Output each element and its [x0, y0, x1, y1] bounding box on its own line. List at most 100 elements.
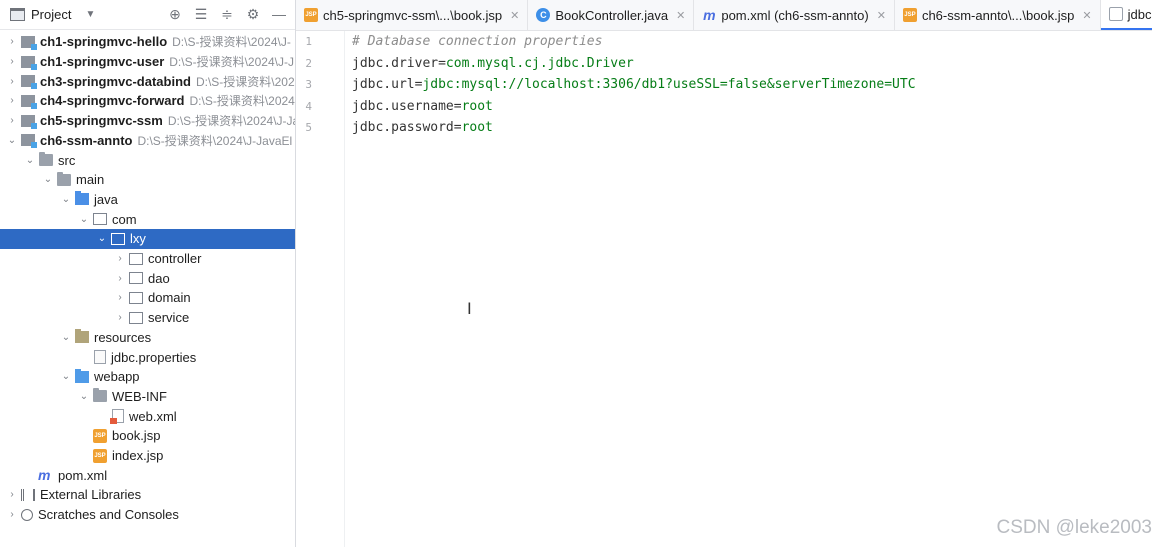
chevron-right-icon[interactable]: › [6, 56, 18, 67]
tree-item[interactable]: ⌄ webapp [0, 367, 295, 387]
tree-item-label: jdbc.properties [111, 349, 197, 365]
property-value: root [461, 120, 493, 136]
tree-item-path: D:\S-授课资料\2024 [189, 94, 295, 109]
tree-item[interactable]: › ch5-springmvc-ssm D:\S-授课资料\2024\J-Ja [0, 111, 295, 131]
equals-sign: = [453, 98, 462, 114]
hide-panel-icon[interactable]: — [271, 6, 287, 23]
package-icon [129, 252, 143, 265]
project-view-title[interactable]: Project [31, 7, 71, 22]
tree-item[interactable]: › ch1-springmvc-user D:\S-授课资料\2024\J-J [0, 52, 295, 72]
tree-item-label: WEB-INF [112, 388, 167, 404]
tree-item[interactable]: JSP book.jsp [0, 426, 295, 446]
chevron-right-icon[interactable]: › [6, 509, 18, 520]
editor-tab[interactable]: m pom.xml (ch6-ssm-annto) ✕ [694, 0, 895, 30]
chevron-down-icon[interactable]: ⌄ [60, 194, 72, 205]
collapse-all-icon[interactable]: ≑ [219, 6, 235, 23]
tree-item[interactable]: ⌄ ch6-ssm-annto D:\S-授课资料\2024\J-JavaEl [0, 131, 295, 151]
chevron-down-icon[interactable]: ⌄ [24, 155, 36, 166]
tree-item-label: ch4-springmvc-forward [40, 93, 185, 109]
chevron-right-icon[interactable]: › [114, 292, 126, 303]
editor-tab[interactable]: C BookController.java ✕ [528, 0, 695, 30]
chevron-down-icon[interactable]: ⌄ [78, 214, 90, 225]
tree-item[interactable]: › Scratches and Consoles [0, 505, 295, 525]
tree-item-label: controller [148, 251, 202, 267]
tree-item[interactable]: JSP index.jsp [0, 446, 295, 466]
editor-tab[interactable]: jdbc.pro [1100, 0, 1152, 30]
tree-item[interactable]: jdbc.properties [0, 347, 295, 367]
chevron-down-icon[interactable]: ▼ [85, 9, 95, 20]
close-icon[interactable]: ✕ [676, 9, 685, 22]
locate-icon[interactable]: ⊕ [167, 6, 183, 23]
code-line[interactable]: jdbc.driver=com.mysql.cj.jdbc.Driver [352, 53, 634, 75]
chevron-right-icon[interactable]: › [114, 312, 126, 323]
tree-item-label: ch1-springmvc-user [40, 54, 165, 70]
tree-item[interactable]: m pom.xml [0, 465, 295, 485]
code-line[interactable]: jdbc.username=root [352, 96, 493, 118]
gear-icon[interactable]: ⚙ [245, 6, 261, 23]
properties-file-icon [1108, 7, 1123, 21]
tree-item[interactable]: ⌄ WEB-INF [0, 387, 295, 407]
line-number-gutter: 1 2 3 4 5 [296, 31, 345, 547]
module-icon [21, 94, 37, 109]
tree-item[interactable]: › ch4-springmvc-forward D:\S-授课资料\2024 [0, 91, 295, 111]
code-line[interactable]: # Database connection properties [352, 31, 602, 53]
property-key: jdbc.password [352, 120, 454, 136]
tree-item[interactable]: › service [0, 308, 295, 328]
tree-item-label: pom.xml [58, 467, 108, 483]
chevron-right-icon[interactable]: › [6, 115, 18, 126]
tree-item[interactable]: ⌄ resources [0, 328, 295, 348]
tree-item-label: main [76, 172, 105, 188]
chevron-right-icon[interactable]: › [114, 273, 126, 284]
tree-item[interactable]: › ch3-springmvc-databind D:\S-授课资料\202 [0, 71, 295, 91]
chevron-right-icon[interactable]: › [114, 253, 126, 264]
chevron-right-icon[interactable]: › [6, 489, 18, 500]
properties-file-icon [94, 350, 106, 365]
tree-item[interactable]: ⌄ main [0, 170, 295, 190]
chevron-right-icon[interactable]: › [6, 36, 18, 47]
tree-item[interactable]: ⌄ com [0, 209, 295, 229]
editor-tab[interactable]: JSP ch5-springmvc-ssm\...\book.jsp ✕ [296, 0, 529, 30]
close-icon[interactable]: ✕ [1082, 9, 1091, 22]
tree-item[interactable]: ⌄ lxy [0, 229, 295, 249]
code-line[interactable]: jdbc.url=jdbc:mysql://localhost:3306/db1… [352, 74, 916, 96]
close-icon[interactable]: ✕ [510, 9, 519, 22]
chevron-down-icon[interactable]: ⌄ [60, 332, 72, 343]
tab-label: jdbc.pro [1127, 6, 1152, 22]
code-line[interactable]: jdbc.password=root [352, 117, 493, 139]
property-key: jdbc.username [352, 98, 454, 114]
chevron-right-icon[interactable]: › [6, 95, 18, 106]
folder-icon [93, 388, 107, 403]
editor-tab[interactable]: JSP ch6-ssm-annto\...\book.jsp ✕ [895, 0, 1101, 30]
chevron-down-icon[interactable]: ⌄ [42, 174, 54, 185]
tree-item[interactable]: › controller [0, 249, 295, 269]
property-key: jdbc.url [352, 77, 415, 93]
chevron-down-icon[interactable]: ⌄ [6, 135, 18, 146]
web-folder-icon [75, 368, 89, 383]
module-icon [21, 114, 37, 129]
tree-item[interactable]: ⌄ src [0, 150, 295, 170]
tree-item[interactable]: web.xml [0, 406, 295, 426]
chevron-down-icon[interactable]: ⌄ [78, 391, 90, 402]
chevron-down-icon[interactable]: ⌄ [60, 371, 72, 382]
tab-label: pom.xml (ch6-ssm-annto) [721, 7, 869, 23]
tree-item[interactable]: › domain [0, 288, 295, 308]
code-editor[interactable]: I # Database connection properties jdbc.d… [345, 31, 1152, 547]
expand-all-icon[interactable]: ☰ [193, 6, 209, 23]
tree-item-path: D:\S-授课资料\2024\J- [172, 35, 291, 50]
tree-item[interactable]: › External Libraries [0, 485, 295, 505]
chevron-right-icon[interactable]: › [6, 76, 18, 87]
project-panel-header: Project ▼ ⊕ ☰ ≑ ⚙ — [0, 0, 295, 30]
module-icon [21, 134, 37, 149]
tree-item-path: D:\S-授课资料\2024\J-J [169, 55, 294, 70]
close-icon[interactable]: ✕ [877, 9, 886, 22]
scratch-icon [21, 508, 33, 521]
package-icon [129, 272, 143, 285]
tree-item[interactable]: ⌄ java [0, 190, 295, 210]
module-icon [21, 35, 37, 50]
tree-item[interactable]: › dao [0, 268, 295, 288]
chevron-down-icon[interactable]: ⌄ [96, 233, 108, 244]
tree-item-path: D:\S-授课资料\2024\J-Ja [167, 114, 296, 129]
package-icon [111, 232, 125, 245]
tree-item[interactable]: › ch1-springmvc-hello D:\S-授课资料\2024\J- [0, 32, 295, 52]
tab-label: ch5-springmvc-ssm\...\book.jsp [323, 7, 503, 23]
